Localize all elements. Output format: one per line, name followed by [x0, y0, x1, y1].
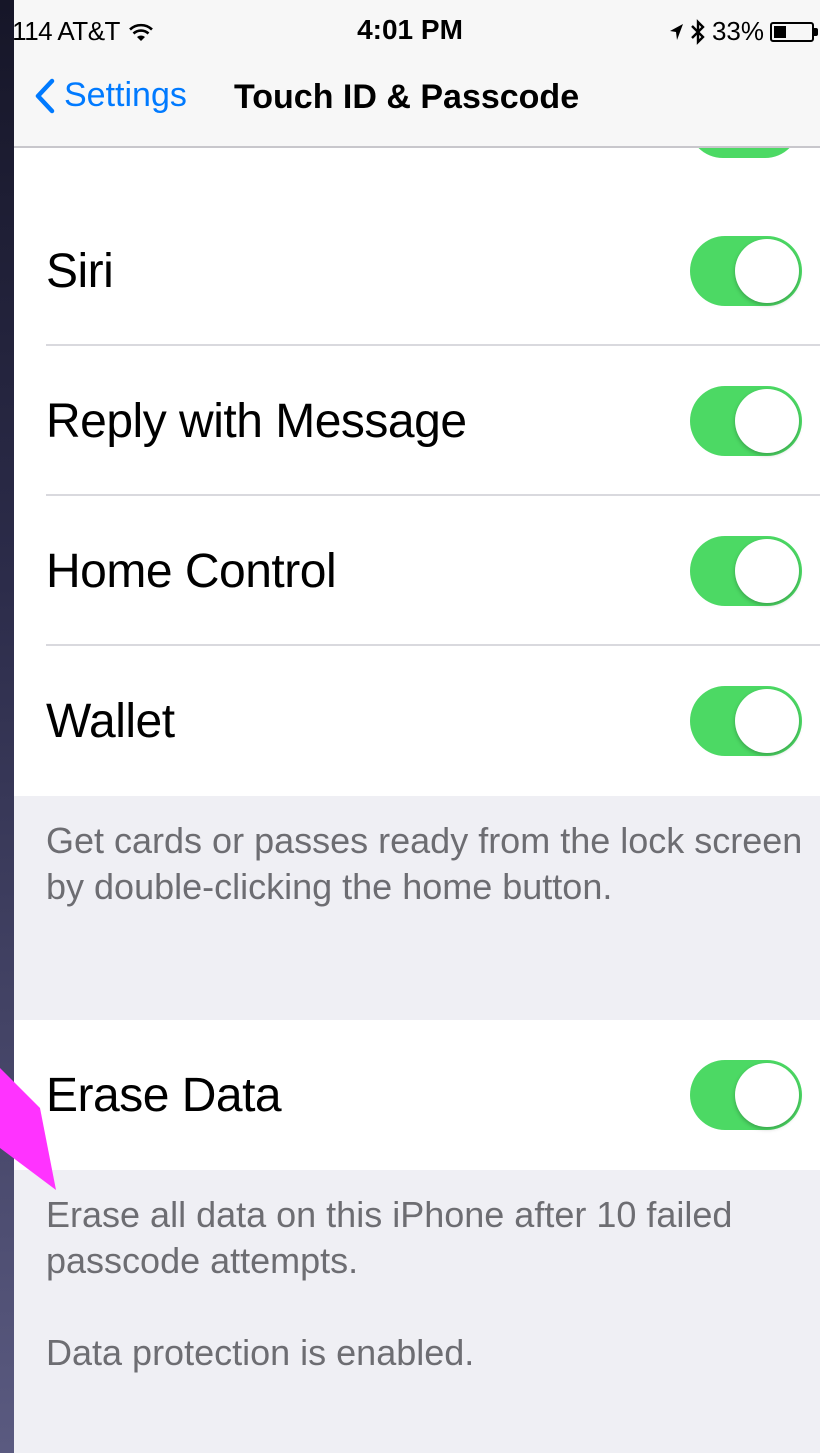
back-button[interactable]: Settings	[34, 76, 187, 115]
setting-label-home-control: Home Control	[46, 544, 337, 598]
bluetooth-icon	[691, 18, 705, 45]
toggle-knob	[735, 239, 799, 303]
allow-access-group: Siri Reply with Message Home Control Wal…	[14, 148, 820, 796]
setting-label-erase-data: Erase Data	[46, 1068, 282, 1122]
wallet-toggle[interactable]	[690, 686, 802, 756]
erase-data-toggle[interactable]	[690, 1060, 802, 1130]
annotation-arrow-icon	[0, 1068, 56, 1190]
setting-row-erase-data: Erase Data	[14, 1020, 820, 1170]
toggle-knob	[735, 1063, 799, 1127]
setting-row-wallet: Wallet	[14, 646, 820, 796]
toggle-knob	[735, 539, 799, 603]
setting-row-reply-with-message: Reply with Message	[14, 346, 820, 496]
device-bezel	[0, 0, 14, 1453]
settings-screen: -114 AT&T 4:01 PM 33% Settings Touch ID …	[14, 0, 820, 1453]
erase-data-footer-text: Erase all data on this iPhone after 10 f…	[46, 1194, 733, 1281]
setting-row-home-control: Home Control	[14, 496, 820, 646]
wallet-footer-text: Get cards or passes ready from the lock …	[46, 820, 803, 907]
page-title: Touch ID & Passcode	[234, 78, 580, 116]
battery-level-fill	[774, 25, 786, 38]
back-button-label: Settings	[64, 76, 187, 114]
setting-label-siri: Siri	[46, 244, 114, 298]
data-protection-status: Data protection is enabled.	[46, 1332, 475, 1373]
home-control-toggle[interactable]	[690, 536, 802, 606]
setting-label-reply-with-message: Reply with Message	[46, 394, 467, 448]
scrolled-toggle-fragment	[688, 148, 800, 158]
toggle-knob	[735, 389, 799, 453]
siri-toggle[interactable]	[690, 236, 802, 306]
partial-toggle-above	[694, 114, 806, 150]
status-indicators: 33%	[668, 16, 818, 47]
erase-data-group: Erase Data	[14, 1020, 820, 1170]
setting-label-wallet: Wallet	[46, 694, 175, 748]
location-arrow-icon	[669, 23, 683, 40]
battery-tip	[814, 27, 818, 36]
battery-percent: 33%	[711, 16, 764, 46]
chevron-left-icon	[35, 78, 55, 113]
toggle-knob	[735, 689, 799, 753]
battery-icon	[770, 21, 818, 42]
reply-with-message-toggle[interactable]	[690, 386, 802, 456]
setting-row-siri: Siri	[14, 196, 820, 346]
status-bar: -114 AT&T 4:01 PM 33%	[14, 0, 820, 62]
